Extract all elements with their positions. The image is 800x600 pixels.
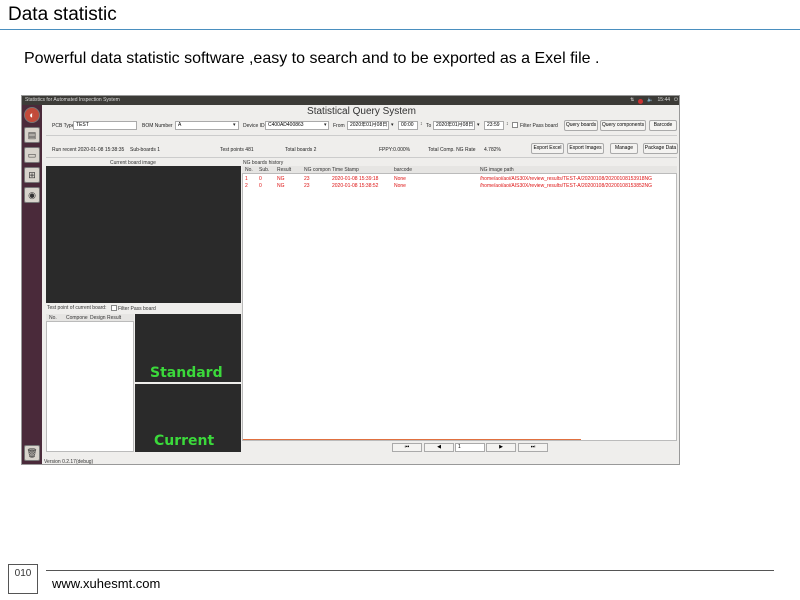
fppy: FPPY:0.000% [379, 147, 411, 153]
test-point-table-header: No. Compone Design Result [46, 314, 134, 322]
query-boards-button[interactable]: Query boards [564, 120, 598, 131]
from-date-field[interactable]: 2020年01月08日 [347, 121, 389, 130]
app-screenshot: Statistics for Automated Inspection Syst… [21, 95, 680, 465]
from-time-field[interactable]: 00:00 [398, 121, 418, 130]
app-title: Statistical Query System [307, 106, 416, 117]
cell-barcode: None [394, 183, 406, 189]
cell-sub: 0 [259, 183, 262, 189]
current-image: Current [135, 384, 241, 452]
title-divider [0, 29, 800, 30]
footer-website: www.xuhesmt.com [52, 576, 161, 591]
cell-ng-image-path: /home/aoi/aoi/AIS30X/review_results/TEST… [480, 183, 653, 189]
time-spinner-icon[interactable]: ↕ [506, 121, 509, 127]
export-images-button[interactable]: Export Images [567, 143, 604, 154]
window-title: Statistics for Automated Inspection Syst… [25, 97, 120, 103]
bom-number-label: BOM Number [142, 123, 173, 129]
current-board-image [46, 166, 241, 303]
pcb-type-field[interactable]: TEST [73, 121, 137, 130]
total-comp-ng-label: Total Comp. NG Rate [428, 147, 476, 153]
cell-result: NG [277, 183, 285, 189]
column-header[interactable]: Design [90, 315, 106, 321]
slide-subtitle: Powerful data statistic software ,easy t… [24, 50, 600, 67]
record-icon[interactable] [638, 99, 644, 104]
page-number-field[interactable]: 1 [455, 443, 485, 452]
system-tray: ⇅ 🔈 15:44 ⏻ [630, 96, 678, 105]
chevron-down-icon[interactable]: ▾ [324, 122, 327, 128]
column-header[interactable]: NG image path [480, 167, 514, 173]
filter-pass-board-label: Filter Pass board [118, 306, 156, 312]
power-icon[interactable]: ⏻ [674, 96, 678, 105]
column-header[interactable]: NG compon [304, 167, 331, 173]
column-header[interactable]: barcode [394, 167, 412, 173]
column-header[interactable]: Result [107, 315, 121, 321]
chevron-down-icon[interactable]: ▾ [233, 122, 236, 128]
filter-pass-checkbox[interactable] [512, 122, 518, 128]
filter-pass-label: Filter Pass board [520, 123, 558, 129]
device-id-label: Device ID [243, 123, 265, 129]
column-header[interactable]: No. [245, 167, 253, 173]
first-page-button[interactable]: ⏮ [392, 443, 422, 452]
total-boards: Total boards 2 [285, 147, 317, 153]
table-row[interactable]: 1 0 NG 23 2020-01-08 15:39:18 None /home… [242, 175, 677, 182]
time-spinner-icon[interactable]: ↕ [420, 121, 423, 127]
test-point-label: Test point of current board: [47, 305, 107, 311]
footer-divider [46, 570, 774, 571]
column-header[interactable]: Time Stamp [332, 167, 359, 173]
filter-pass-board-checkbox[interactable] [111, 305, 117, 311]
to-label: To [426, 123, 432, 129]
bom-number-select[interactable]: A [175, 121, 239, 130]
standard-image: Standard [135, 314, 241, 382]
trash-icon[interactable]: 🗑 [24, 445, 40, 461]
query-components-button[interactable]: Query components [600, 120, 646, 131]
pcb-type-label: PCB Type [52, 123, 75, 129]
standard-label: Standard [150, 365, 223, 381]
from-label: From [333, 123, 345, 129]
version-status: Version 0.2.17(debug) [44, 459, 94, 465]
column-header[interactable]: Compone [66, 315, 88, 321]
barcode-button[interactable]: Barcode [649, 120, 677, 131]
ng-rate: 4.782% [484, 147, 501, 153]
tray-time: 15:44 [657, 97, 671, 103]
export-excel-button[interactable]: Export Excel [531, 143, 564, 154]
divider [46, 157, 677, 158]
manage-button[interactable]: Manage [610, 143, 638, 154]
next-page-button[interactable]: ▶ [486, 443, 516, 452]
files-icon[interactable]: ▤ [24, 127, 40, 143]
run-recent: Run recent 2020-01-08 15:38:35 [52, 147, 125, 153]
current-label: Current [154, 433, 215, 449]
network-icon[interactable]: ⇅ [630, 96, 634, 105]
ng-history-table[interactable] [242, 166, 677, 441]
to-date-field[interactable]: 2020年01月08日 [433, 121, 475, 130]
slide-title: Data statistic [8, 4, 117, 25]
statistics-app-icon[interactable]: ⊞ [24, 167, 40, 183]
calendar-dropdown-icon[interactable]: ▾ [391, 122, 394, 128]
ng-history-header: No. Sub. Result NG compon Time Stamp bar… [242, 166, 677, 174]
package-data-button[interactable]: Package Data [643, 143, 678, 154]
test-point-table[interactable] [46, 314, 134, 452]
calendar-dropdown-icon[interactable]: ▾ [477, 122, 480, 128]
dash-icon[interactable]: ◐ [24, 107, 40, 123]
prev-page-button[interactable]: ◀ [424, 443, 454, 452]
column-header[interactable]: Sub. [259, 167, 269, 173]
divider [46, 135, 677, 136]
cell-ng-components: 23 [304, 183, 310, 189]
app-main: Statistical Query System PCB Type TEST B… [42, 105, 679, 465]
sound-icon[interactable]: 🔈 [647, 96, 653, 105]
to-time-field[interactable]: 23:59 [484, 121, 504, 130]
column-header[interactable]: Result [277, 167, 291, 173]
test-points: Test points 481 [220, 147, 254, 153]
column-header[interactable]: No. [49, 315, 57, 321]
window-titlebar: Statistics for Automated Inspection Syst… [22, 96, 679, 105]
last-page-button[interactable]: ⏭ [518, 443, 548, 452]
launcher-sidebar: ◐ ▤ ▭ ⊞ ◉ 🗑 [22, 105, 42, 464]
cell-time-stamp: 2020-01-08 15:38:52 [332, 183, 379, 189]
device-id-select[interactable]: C400AD400863 [265, 121, 329, 130]
page-number: 010 [8, 564, 38, 594]
camera-icon[interactable]: ◉ [24, 187, 40, 203]
terminal-icon[interactable]: ▭ [24, 147, 40, 163]
table-row[interactable]: 2 0 NG 23 2020-01-08 15:38:52 None /home… [242, 182, 677, 189]
horizontal-scrollbar[interactable] [243, 439, 581, 440]
sub-boards: Sub-boards 1 [130, 147, 161, 153]
cell-no: 2 [245, 183, 248, 189]
